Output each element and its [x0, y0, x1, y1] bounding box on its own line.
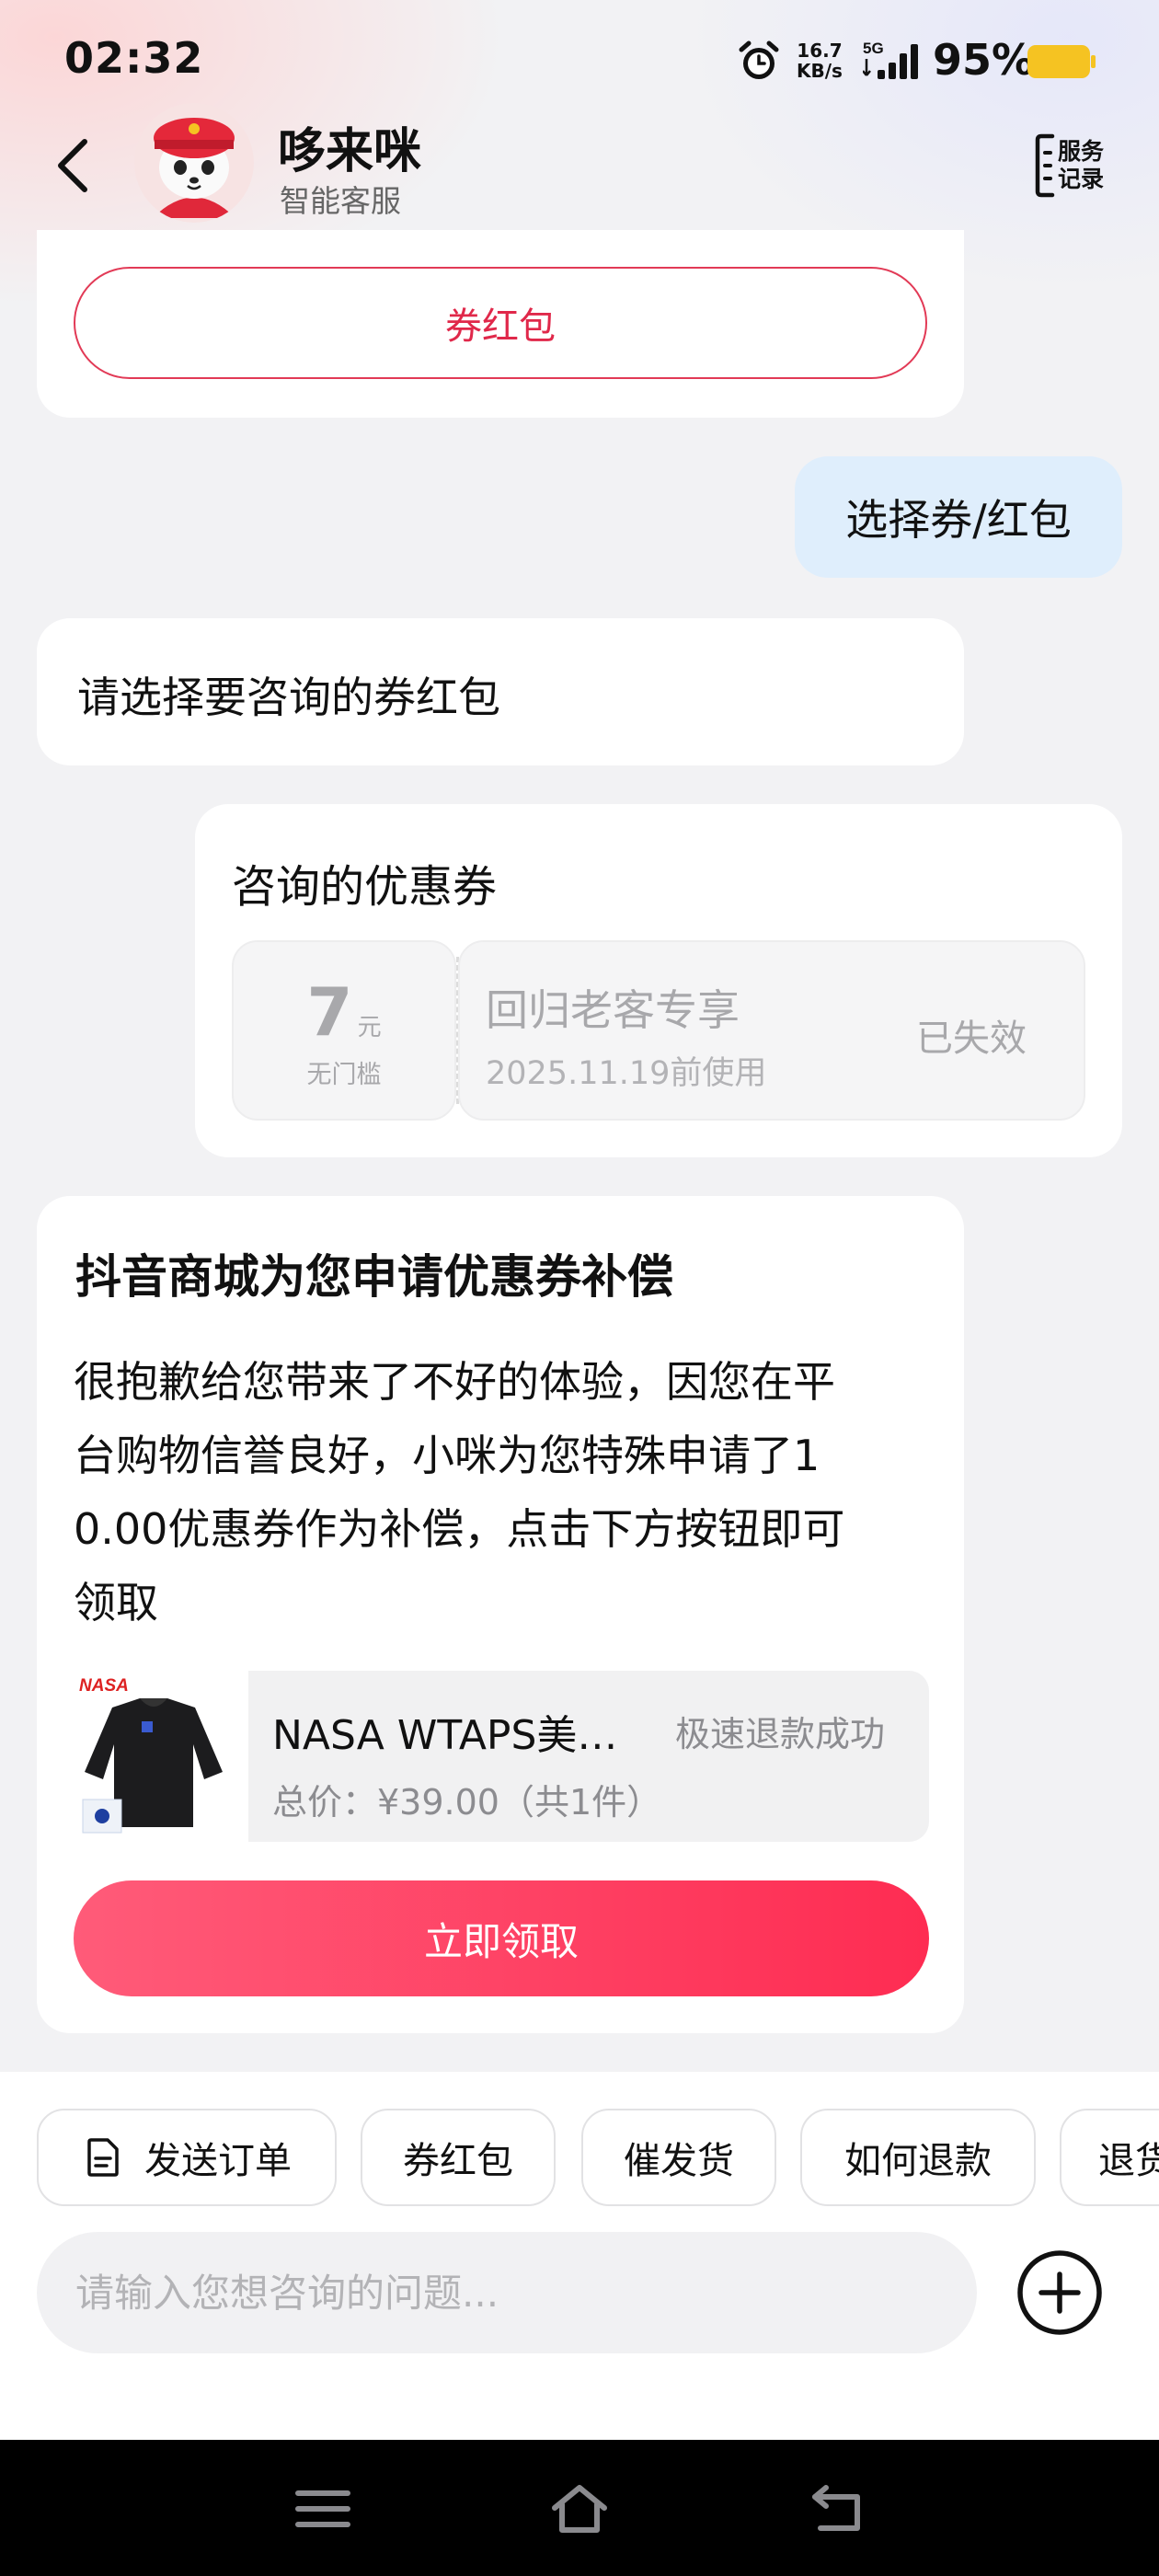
network-type-label: 5G	[863, 40, 884, 57]
network-speed-value: 16.7	[797, 40, 843, 62]
service-record-line1: 服务	[1058, 138, 1105, 165]
product-name: NASA WTAPS美…	[272, 1712, 618, 1759]
chip-coupon[interactable]: 券红包	[361, 2109, 556, 2206]
network-speed-unit: KB/s	[797, 60, 843, 82]
product-thumbnail[interactable]: NASA	[75, 1671, 232, 1842]
coupon-threshold: 无门槛	[306, 1061, 382, 1089]
coupon-name: 回归老客专享	[486, 985, 740, 1035]
back-button[interactable]	[48, 129, 103, 202]
compensation-body-line3: 0.00优惠券作为补偿，点击下方按钮即可	[74, 1504, 845, 1554]
message-input[interactable]	[37, 2232, 977, 2353]
back-nav-button[interactable]	[806, 2480, 870, 2537]
jacket-product-image: NASA	[75, 1671, 232, 1842]
claim-now-button[interactable]: 立即领取	[74, 1880, 929, 1996]
status-time: 02:32	[64, 33, 204, 83]
bot-message-text: 请选择要咨询的券红包	[77, 673, 500, 722]
service-record-button[interactable]: 服务 记录	[1034, 129, 1117, 202]
coupon-detail-panel[interactable]: 回归老客专享 2025.11.19前使用 已失效	[458, 940, 1085, 1121]
compensation-body-line4: 领取	[74, 1578, 158, 1627]
mascot-avatar-icon	[134, 103, 254, 223]
agent-name: 哆来咪	[278, 124, 422, 179]
chip-return-label: 退货	[1098, 2140, 1159, 2182]
coupon-card-title: 咨询的优惠券	[232, 861, 498, 913]
compensation-body-line1: 很抱歉给您带来了不好的体验，因您在平	[74, 1357, 835, 1407]
coupon-unit: 元	[357, 1014, 382, 1041]
compensation-body-line2: 台购物信誉良好，小咪为您特殊申请了1	[74, 1431, 820, 1480]
user-message-bubble: 选择券/红包	[795, 456, 1122, 578]
chat-screen: 02:32 16.7 KB/s 5G 95% 哆来咪 智能客服 服务 记录 券红…	[0, 0, 1159, 2576]
coupon-validity: 2025.11.19前使用	[486, 1055, 767, 1092]
bot-message-card: 请选择要咨询的券红包	[37, 618, 964, 765]
alarm-clock-icon	[739, 40, 779, 79]
chip-urge-shipping[interactable]: 催发货	[581, 2109, 776, 2206]
battery-icon	[1027, 45, 1096, 78]
chip-how-to-refund[interactable]: 如何退款	[800, 2109, 1036, 2206]
document-icon	[87, 2138, 119, 2177]
chip-send-order-label: 发送订单	[144, 2140, 292, 2182]
service-record-line2: 记录	[1058, 166, 1105, 192]
battery-percentage: 95%	[933, 35, 1035, 85]
agent-subtitle: 智能客服	[280, 183, 401, 219]
product-order-row[interactable]: NASA WTAPS美… 极速退款成功 总价：¥39.00（共1件）	[248, 1671, 929, 1842]
network-speed: 16.7 KB/s	[797, 40, 843, 81]
compensation-title: 抖音商城为您申请优惠券补偿	[75, 1250, 673, 1304]
home-nav-button[interactable]	[547, 2480, 612, 2537]
chip-send-order[interactable]: 发送订单	[37, 2109, 337, 2206]
cellular-signal-icon: 5G	[863, 40, 918, 79]
coupon-status: 已失效	[916, 1018, 1027, 1060]
coupon-redpacket-button[interactable]: 券红包	[74, 267, 927, 379]
add-attachment-button[interactable]	[1016, 2248, 1104, 2337]
avatar[interactable]	[134, 103, 254, 223]
coupon-amount: 7	[306, 973, 353, 1051]
total-price: 总价：¥39.00（共1件）	[272, 1782, 662, 1823]
refund-status: 极速退款成功	[675, 1714, 886, 1754]
menu-nav-button[interactable]	[291, 2480, 355, 2537]
coupon-amount-row: 7 元	[234, 973, 454, 1051]
chip-return[interactable]: 退货	[1060, 2109, 1159, 2206]
coupon-amount-panel[interactable]: 7 元 无门槛	[232, 940, 456, 1121]
compensation-body: 很抱歉给您带来了不好的体验，因您在平 台购物信誉良好，小咪为您特殊申请了1 0.…	[74, 1345, 844, 1639]
product-brand-tag: NASA	[79, 1676, 129, 1696]
service-record-label: 服务 记录	[1058, 138, 1104, 193]
